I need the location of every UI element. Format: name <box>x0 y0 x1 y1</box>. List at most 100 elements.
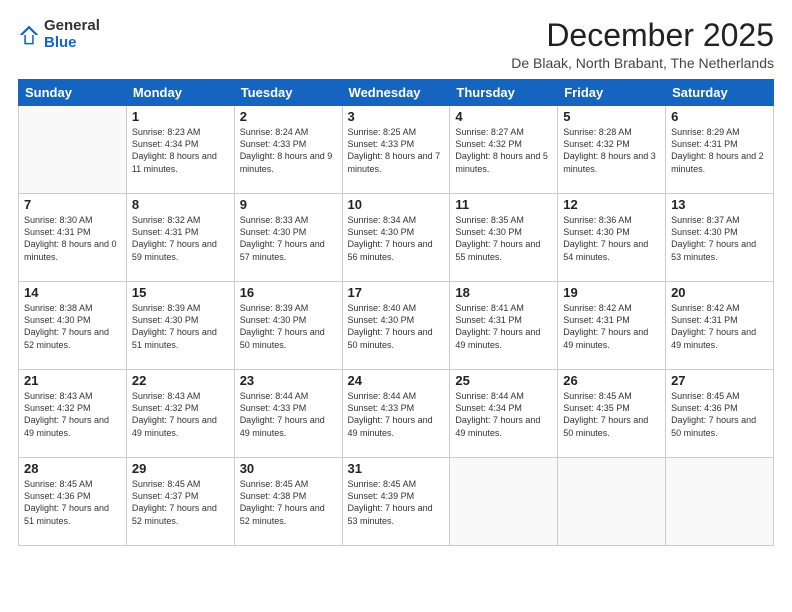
cal-cell: 9 Sunrise: 8:33 AMSunset: 4:30 PMDaylight… <box>234 194 342 282</box>
cal-cell: 31 Sunrise: 8:45 AMSunset: 4:39 PMDayligh… <box>342 458 450 546</box>
cell-info: Sunrise: 8:23 AMSunset: 4:34 PMDaylight:… <box>132 126 229 175</box>
cal-cell: 30Sunrise: 8:45 AMSunset: 4:38 PMDayligh… <box>234 458 342 546</box>
cal-cell: 13 Sunrise: 8:37 AMSunset: 4:30 PMDayligh… <box>666 194 774 282</box>
logo-blue-text: Blue <box>44 34 77 51</box>
cell-info: Sunrise: 8:33 AMSunset: 4:30 PMDaylight:… <box>240 214 337 263</box>
cell-info: Sunrise: 8:39 AMSunset: 4:30 PMDaylight:… <box>132 302 229 351</box>
week-row-1: 7 Sunrise: 8:30 AMSunset: 4:31 PMDaylight… <box>19 194 774 282</box>
cell-info: Sunrise: 8:42 AMSunset: 4:31 PMDaylight:… <box>563 302 660 351</box>
cell-info: Sunrise: 8:45 AMSunset: 4:36 PMDaylight:… <box>24 478 121 527</box>
day-number: 7 <box>24 197 121 212</box>
week-row-4: 28 Sunrise: 8:45 AMSunset: 4:36 PMDayligh… <box>19 458 774 546</box>
cal-cell: 19Sunrise: 8:42 AMSunset: 4:31 PMDayligh… <box>558 282 666 370</box>
cell-info: Sunrise: 8:38 AMSunset: 4:30 PMDaylight:… <box>24 302 121 351</box>
cell-info: Sunrise: 8:41 AMSunset: 4:31 PMDaylight:… <box>455 302 552 351</box>
calendar-table: SundayMondayTuesdayWednesdayThursdayFrid… <box>18 79 774 546</box>
cell-info: Sunrise: 8:24 AMSunset: 4:33 PMDaylight:… <box>240 126 337 175</box>
month-title: December 2025 <box>511 18 774 53</box>
cal-cell: 18 Sunrise: 8:41 AMSunset: 4:31 PMDayligh… <box>450 282 558 370</box>
day-number: 29 <box>132 461 229 476</box>
cal-cell: 24 Sunrise: 8:44 AMSunset: 4:33 PMDayligh… <box>342 370 450 458</box>
day-number: 14 <box>24 285 121 300</box>
cal-cell: 3Sunrise: 8:25 AMSunset: 4:33 PMDaylight… <box>342 106 450 194</box>
cal-cell: 14 Sunrise: 8:38 AMSunset: 4:30 PMDayligh… <box>19 282 127 370</box>
cal-cell: 10 Sunrise: 8:34 AMSunset: 4:30 PMDayligh… <box>342 194 450 282</box>
cell-info: Sunrise: 8:39 AMSunset: 4:30 PMDaylight:… <box>240 302 337 351</box>
cal-cell <box>666 458 774 546</box>
cell-info: Sunrise: 8:45 AMSunset: 4:39 PMDaylight:… <box>348 478 445 527</box>
day-header-thursday: Thursday <box>450 80 558 106</box>
cal-cell: 7 Sunrise: 8:30 AMSunset: 4:31 PMDaylight… <box>19 194 127 282</box>
cal-cell: 5Sunrise: 8:28 AMSunset: 4:32 PMDaylight… <box>558 106 666 194</box>
day-number: 16 <box>240 285 337 300</box>
cell-info: Sunrise: 8:35 AMSunset: 4:30 PMDaylight:… <box>455 214 552 263</box>
header: General Blue December 2025 De Blaak, Nor… <box>18 18 774 71</box>
header-row: SundayMondayTuesdayWednesdayThursdayFrid… <box>19 80 774 106</box>
day-number: 4 <box>455 109 552 124</box>
day-number: 12 <box>563 197 660 212</box>
cal-cell <box>558 458 666 546</box>
cell-info: Sunrise: 8:44 AMSunset: 4:34 PMDaylight:… <box>455 390 552 439</box>
cell-info: Sunrise: 8:45 AMSunset: 4:35 PMDaylight:… <box>563 390 660 439</box>
day-number: 31 <box>348 461 445 476</box>
cal-cell <box>19 106 127 194</box>
day-number: 27 <box>671 373 768 388</box>
day-number: 26 <box>563 373 660 388</box>
cal-cell: 27Sunrise: 8:45 AMSunset: 4:36 PMDayligh… <box>666 370 774 458</box>
cal-cell: 25Sunrise: 8:44 AMSunset: 4:34 PMDayligh… <box>450 370 558 458</box>
day-number: 1 <box>132 109 229 124</box>
day-number: 24 <box>348 373 445 388</box>
day-header-wednesday: Wednesday <box>342 80 450 106</box>
cell-info: Sunrise: 8:43 AMSunset: 4:32 PMDaylight:… <box>132 390 229 439</box>
cal-cell: 1 Sunrise: 8:23 AMSunset: 4:34 PMDaylight… <box>126 106 234 194</box>
cell-info: Sunrise: 8:42 AMSunset: 4:31 PMDaylight:… <box>671 302 768 351</box>
day-number: 28 <box>24 461 121 476</box>
day-number: 22 <box>132 373 229 388</box>
cal-cell <box>450 458 558 546</box>
day-header-sunday: Sunday <box>19 80 127 106</box>
cal-cell: 11Sunrise: 8:35 AMSunset: 4:30 PMDayligh… <box>450 194 558 282</box>
cell-info: Sunrise: 8:30 AMSunset: 4:31 PMDaylight:… <box>24 214 121 263</box>
week-row-2: 14 Sunrise: 8:38 AMSunset: 4:30 PMDayligh… <box>19 282 774 370</box>
day-number: 23 <box>240 373 337 388</box>
day-number: 5 <box>563 109 660 124</box>
day-header-friday: Friday <box>558 80 666 106</box>
cell-info: Sunrise: 8:44 AMSunset: 4:33 PMDaylight:… <box>348 390 445 439</box>
location: De Blaak, North Brabant, The Netherlands <box>511 55 774 71</box>
cell-info: Sunrise: 8:29 AMSunset: 4:31 PMDaylight:… <box>671 126 768 175</box>
day-number: 13 <box>671 197 768 212</box>
title-block: December 2025 De Blaak, North Brabant, T… <box>511 18 774 71</box>
day-number: 15 <box>132 285 229 300</box>
day-number: 20 <box>671 285 768 300</box>
cell-info: Sunrise: 8:37 AMSunset: 4:30 PMDaylight:… <box>671 214 768 263</box>
cal-cell: 28 Sunrise: 8:45 AMSunset: 4:36 PMDayligh… <box>19 458 127 546</box>
cell-info: Sunrise: 8:27 AMSunset: 4:32 PMDaylight:… <box>455 126 552 175</box>
logo-general-text: General <box>44 17 100 34</box>
cal-cell: 22 Sunrise: 8:43 AMSunset: 4:32 PMDayligh… <box>126 370 234 458</box>
cal-cell: 23 Sunrise: 8:44 AMSunset: 4:33 PMDayligh… <box>234 370 342 458</box>
cal-cell: 16 Sunrise: 8:39 AMSunset: 4:30 PMDayligh… <box>234 282 342 370</box>
cell-info: Sunrise: 8:40 AMSunset: 4:30 PMDaylight:… <box>348 302 445 351</box>
week-row-0: 1 Sunrise: 8:23 AMSunset: 4:34 PMDaylight… <box>19 106 774 194</box>
day-header-saturday: Saturday <box>666 80 774 106</box>
day-number: 2 <box>240 109 337 124</box>
cal-cell: 2 Sunrise: 8:24 AMSunset: 4:33 PMDaylight… <box>234 106 342 194</box>
cell-info: Sunrise: 8:45 AMSunset: 4:37 PMDaylight:… <box>132 478 229 527</box>
day-header-monday: Monday <box>126 80 234 106</box>
day-number: 9 <box>240 197 337 212</box>
cell-info: Sunrise: 8:45 AMSunset: 4:38 PMDaylight:… <box>240 478 337 527</box>
cal-cell: 8Sunrise: 8:32 AMSunset: 4:31 PMDaylight… <box>126 194 234 282</box>
cal-cell: 21Sunrise: 8:43 AMSunset: 4:32 PMDayligh… <box>19 370 127 458</box>
day-number: 10 <box>348 197 445 212</box>
day-header-tuesday: Tuesday <box>234 80 342 106</box>
cell-info: Sunrise: 8:44 AMSunset: 4:33 PMDaylight:… <box>240 390 337 439</box>
logo: General Blue <box>18 18 100 51</box>
cal-cell: 6Sunrise: 8:29 AMSunset: 4:31 PMDaylight… <box>666 106 774 194</box>
day-number: 18 <box>455 285 552 300</box>
cal-cell: 17 Sunrise: 8:40 AMSunset: 4:30 PMDayligh… <box>342 282 450 370</box>
day-number: 17 <box>348 285 445 300</box>
day-number: 21 <box>24 373 121 388</box>
cal-cell: 12Sunrise: 8:36 AMSunset: 4:30 PMDayligh… <box>558 194 666 282</box>
cell-info: Sunrise: 8:34 AMSunset: 4:30 PMDaylight:… <box>348 214 445 263</box>
page: General Blue December 2025 De Blaak, Nor… <box>0 0 792 612</box>
